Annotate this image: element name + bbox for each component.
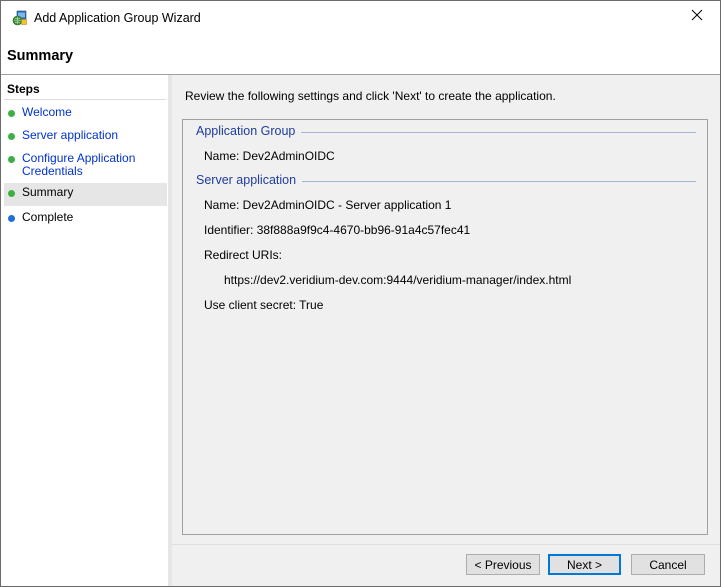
close-icon — [691, 9, 703, 24]
main-content: Review the following settings and click … — [172, 75, 720, 544]
step-configure-credentials[interactable]: Configure Application Credentials — [4, 151, 167, 181]
step-server-application[interactable]: Server application — [4, 128, 167, 148]
step-label: Welcome — [22, 105, 72, 119]
window-title: Add Application Group Wizard — [34, 11, 201, 25]
close-button[interactable] — [674, 1, 720, 32]
step-label: Server application — [22, 128, 119, 142]
step-welcome[interactable]: Welcome — [4, 105, 167, 125]
wizard-window: Add Application Group Wizard Summary Ste… — [0, 0, 721, 587]
app-group-wizard-icon — [12, 10, 28, 26]
application-group-section-header: Application Group — [196, 124, 696, 138]
step-label: Summary — [22, 185, 74, 199]
title-bar[interactable]: Add Application Group Wizard — [1, 1, 720, 32]
step-complete-icon — [8, 110, 15, 117]
next-button[interactable]: Next > — [548, 554, 621, 575]
server-application-name: Name: Dev2AdminOIDC - Server application… — [204, 198, 452, 212]
section-title: Server application — [196, 173, 297, 187]
steps-pane: Steps Welcome Server application Configu… — [1, 75, 168, 586]
redirect-uris-label: Redirect URIs: — [204, 248, 283, 262]
step-complete-icon — [8, 133, 15, 140]
server-application-section-header: Server application — [196, 173, 696, 187]
steps-divider — [4, 99, 166, 100]
section-title: Application Group — [196, 124, 296, 138]
step-summary[interactable]: Summary — [4, 183, 167, 206]
step-pending-icon — [8, 215, 15, 222]
page-title: Summary — [7, 48, 74, 64]
step-current-icon — [8, 190, 15, 197]
server-application-identifier: Identifier: 38f888a9f9c4-4670-bb96-91a4c… — [204, 223, 471, 237]
section-rule — [301, 131, 696, 133]
previous-button[interactable]: < Previous — [466, 554, 540, 575]
redirect-uri-value: https://dev2.veridium-dev.com:9444/verid… — [224, 273, 572, 287]
client-secret-setting: Use client secret: True — [204, 298, 324, 312]
steps-title: Steps — [7, 82, 40, 96]
step-label: Configure Application Credentials — [22, 151, 136, 178]
summary-box[interactable]: Application Group Name: Dev2AdminOIDC Se… — [182, 119, 708, 535]
instructions-text: Review the following settings and click … — [185, 89, 556, 103]
step-label: Complete — [22, 210, 74, 224]
page-header: Summary — [1, 32, 720, 74]
button-bar: < Previous Next > Cancel — [172, 545, 720, 586]
application-group-name: Name: Dev2AdminOIDC — [204, 149, 335, 163]
step-complete-icon — [8, 156, 15, 163]
cancel-button[interactable]: Cancel — [631, 554, 705, 575]
step-complete[interactable]: Complete — [4, 210, 167, 230]
section-rule — [302, 180, 696, 182]
